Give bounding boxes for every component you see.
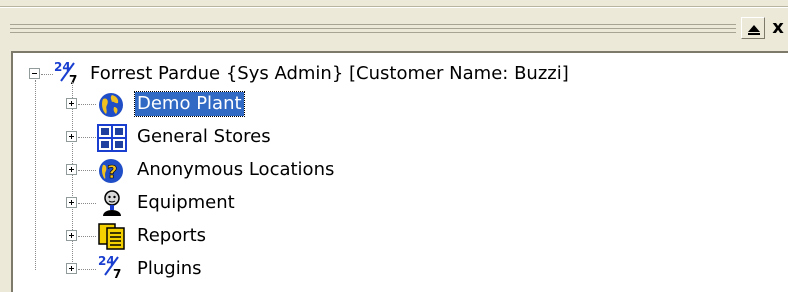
maximize-icon [748,25,760,35]
maximize-button[interactable] [741,17,765,39]
root-collapse-toggle[interactable] [29,68,40,79]
expand-anonymous-locations[interactable] [66,164,77,175]
svg-text:?: ? [107,162,117,183]
documents-icon [97,222,125,250]
expand-demo-plant[interactable] [66,98,77,109]
globe-icon [97,91,123,117]
close-button[interactable]: x [768,16,788,40]
24-7-icon: 24 7 [96,253,122,281]
svg-text:7: 7 [69,73,77,87]
expand-equipment[interactable] [66,197,77,208]
title-grip[interactable] [10,24,736,33]
24-7-icon: 24 7 [52,59,78,87]
tree-item-reports[interactable]: Reports [135,224,208,248]
expand-reports[interactable] [66,230,77,241]
top-border [0,6,788,8]
question-globe-icon: ? [97,157,123,183]
person-icon [99,189,125,216]
expand-plugins[interactable] [66,263,77,274]
tree-item-general-stores[interactable]: General Stores [135,125,273,149]
tree-item-demo-plant[interactable]: Demo Plant [134,91,245,117]
svg-text:7: 7 [113,267,121,281]
tree-item-equipment[interactable]: Equipment [135,191,237,215]
shelves-icon [97,124,127,152]
expand-general-stores[interactable] [66,131,77,142]
tree-root-label[interactable]: Forrest Pardue {Sys Admin} [Customer Nam… [88,62,571,86]
tree-item-plugins[interactable]: Plugins [135,257,203,281]
tree-item-anonymous-locations[interactable]: Anonymous Locations [135,158,336,182]
window: x 24 7 Forrest Pardue {Sys Admin} [Custo… [0,0,788,292]
